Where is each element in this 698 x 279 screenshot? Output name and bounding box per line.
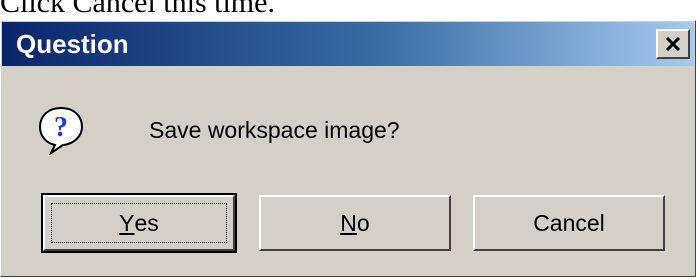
cancel-label: Cancel: [533, 209, 605, 236]
no-label-rest: o: [356, 209, 370, 236]
close-icon: [665, 37, 681, 51]
close-button[interactable]: [656, 29, 690, 59]
cancel-button[interactable]: Cancel: [473, 195, 665, 251]
question-dialog: Question ? Save workspace image? Yes No …: [0, 20, 696, 277]
instruction-caption: Click Cancel this time.: [0, 0, 275, 19]
no-button[interactable]: No: [259, 195, 451, 251]
dialog-message: Save workspace image?: [149, 117, 400, 143]
dialog-title: Question: [16, 29, 129, 59]
yes-accelerator: Y: [119, 209, 135, 236]
dialog-titlebar[interactable]: Question: [2, 22, 694, 66]
yes-button[interactable]: Yes: [41, 193, 237, 253]
svg-text:?: ?: [54, 112, 68, 143]
yes-label-rest: es: [134, 209, 159, 236]
question-mark-balloon-icon: ?: [38, 106, 84, 155]
no-accelerator: N: [340, 209, 357, 236]
